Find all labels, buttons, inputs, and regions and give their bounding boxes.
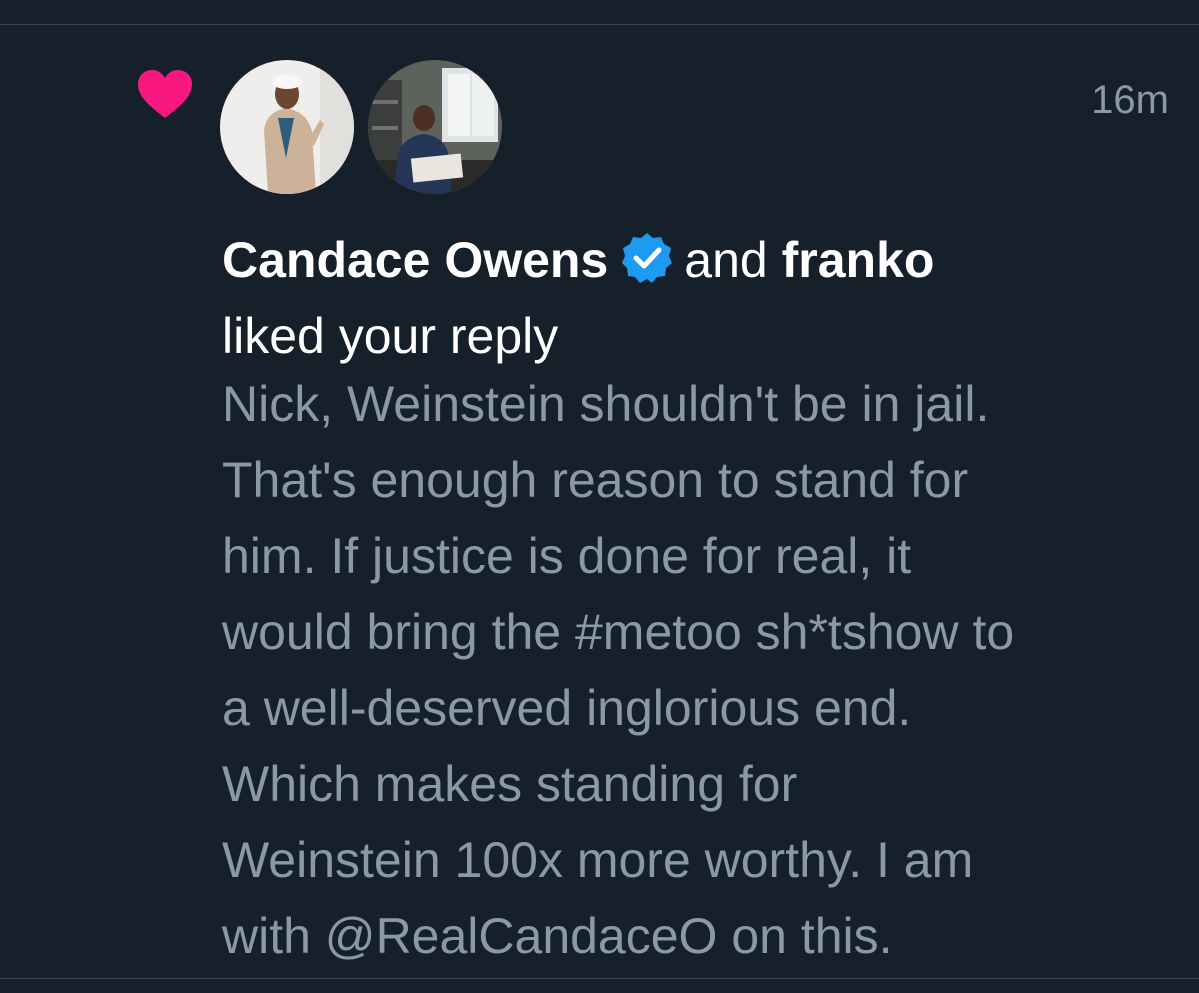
action-text: liked your reply: [222, 308, 559, 364]
reply-line: That's enough reason to stand for: [222, 452, 969, 508]
reply-line: him. If justice is done for real, it: [222, 528, 912, 584]
conjunction-text: and: [684, 232, 768, 288]
verified-badge-icon: [622, 233, 673, 283]
reply-line: Which makes standing for: [222, 756, 798, 812]
avatar-candace-owens[interactable]: [220, 60, 354, 194]
avatar-franko[interactable]: [368, 60, 502, 194]
top-divider: [0, 24, 1199, 25]
timestamp: 16m: [1091, 78, 1169, 122]
notification-headline: Candace Owens and franko liked your repl…: [222, 222, 1172, 374]
reply-text[interactable]: Nick, Weinstein shouldn't be in jail. Th…: [222, 366, 1182, 974]
user-name-franko[interactable]: franko: [782, 232, 935, 288]
reply-line: would bring the #metoo sh*tshow to: [222, 604, 1015, 660]
heart-icon: [138, 70, 192, 118]
reply-line: Nick, Weinstein shouldn't be in jail.: [222, 376, 990, 432]
reply-line: a well-deserved inglorious end.: [222, 680, 912, 736]
reply-line: Weinstein 100x more worthy. I am: [222, 832, 974, 888]
bottom-divider: [0, 978, 1199, 979]
user-name-candace[interactable]: Candace Owens: [222, 232, 608, 288]
reply-line: with @RealCandaceO on this.: [222, 908, 893, 964]
